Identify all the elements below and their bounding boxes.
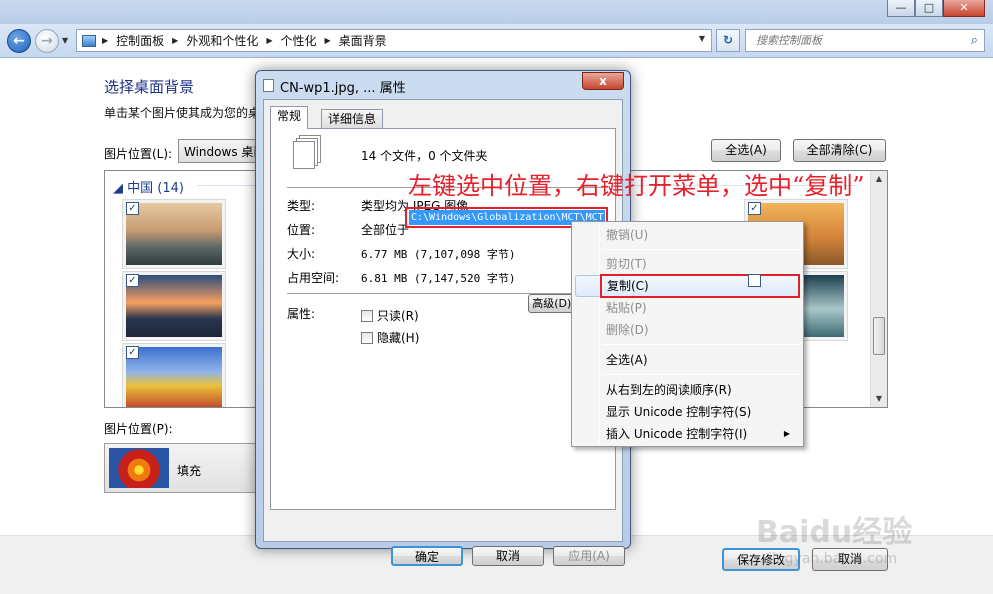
clear-all-button[interactable]: 全部清除(C) [793, 139, 886, 162]
disk-size-value: 6.81 MB (7,147,520 字节) [361, 272, 516, 285]
scroll-down-icon[interactable]: ▼ [871, 391, 887, 407]
dialog-ok-button[interactable]: 确定 [391, 546, 463, 566]
thumbnail-checkbox[interactable]: ✓ [748, 202, 761, 215]
thumbnail-checkbox[interactable]: ✓ [126, 346, 139, 359]
address-dropdown-icon[interactable]: ▼ [699, 34, 705, 43]
insert-unicode-label: 插入 Unicode 控制字符(I) [606, 427, 748, 441]
copy-highlight-box [600, 274, 800, 298]
menu-separator [603, 374, 799, 375]
close-button[interactable]: ✕ [943, 0, 985, 17]
page-title: 选择桌面背景 [104, 78, 195, 96]
watermark-url: jingyan.baidu.com [768, 551, 898, 567]
hidden-checkbox[interactable]: 隐藏(H) [361, 329, 419, 346]
forward-button[interactable]: → [35, 29, 59, 53]
breadcrumb-personalization[interactable]: 个性化 [281, 32, 317, 49]
dialog-apply-button[interactable]: 应用(A) [553, 546, 625, 566]
type-label: 类型: [287, 199, 316, 213]
wallpaper-thumbnail[interactable]: ✓ [122, 271, 226, 341]
group-label: 中国 (14) [127, 181, 184, 196]
size-label: 大小: [287, 247, 316, 261]
maximize-button[interactable]: □ [915, 0, 943, 17]
file-count: 14 个文件，0 个文件夹 [361, 149, 488, 163]
title-bar: — □ ✕ [0, 0, 993, 24]
wallpaper-image [126, 203, 222, 265]
menu-item-cut[interactable]: 剪切(T) [575, 253, 800, 275]
breadcrumb-separator-icon[interactable]: ▶ [266, 36, 272, 45]
recent-pages-dropdown[interactable]: ▼ [62, 36, 68, 45]
menu-item-select-all[interactable]: 全选(A) [575, 349, 800, 371]
dialog-cancel-button[interactable]: 取消 [472, 546, 544, 566]
checkbox-box[interactable] [361, 331, 373, 344]
dialog-title: CN-wp1.jpg, ... 属性 [280, 81, 406, 96]
search-box[interactable]: ⌕ [745, 29, 985, 52]
instruction-annotation: 左键选中位置，右键打开菜单，选中“复制” [408, 172, 865, 200]
checkbox-box[interactable] [361, 309, 373, 322]
breadcrumb-separator-icon: ▶ [102, 36, 109, 45]
navigation-bar: ← → ▼ ▶ 控制面板 ▶ 外观和个性化 ▶ 个性化 ▶ 桌面背景 ▼ ↻ ⌕ [0, 24, 993, 58]
breadcrumb-control-panel[interactable]: 控制面板 [116, 32, 164, 49]
tab-details[interactable]: 详细信息 [321, 109, 384, 129]
wallpaper-image [126, 275, 222, 337]
breadcrumb-desktop-background[interactable]: 桌面背景 [339, 32, 387, 49]
file-icon [263, 79, 274, 92]
thumbnail-checkbox[interactable] [748, 274, 761, 287]
attributes-label: 属性: [287, 307, 316, 321]
size-value: 6.77 MB (7,107,098 字节) [361, 248, 516, 261]
group-header[interactable]: ◢ 中国 (14) [113, 177, 184, 196]
readonly-checkbox[interactable]: 只读(R) [361, 307, 419, 324]
menu-item-insert-unicode[interactable]: 插入 Unicode 控制字符(I) ▶ [575, 423, 800, 445]
window-controls: — □ ✕ [887, 0, 985, 17]
menu-separator [603, 344, 799, 345]
thumbnail-checkbox[interactable]: ✓ [126, 202, 139, 215]
page-description: 单击某个图片使其成为您的桌 [104, 106, 261, 120]
readonly-label: 只读(R) [377, 309, 419, 323]
search-input[interactable] [754, 31, 954, 50]
context-menu: 撤销(U) 剪切(T) 复制(C) 粘贴(P) 删除(D) 全选(A) 从右到左… [571, 221, 804, 447]
menu-separator [603, 249, 799, 250]
picture-position-label: 图片位置(P): [104, 422, 173, 436]
wallpaper-image [126, 347, 222, 407]
search-icon[interactable]: ⌕ [971, 33, 978, 48]
select-all-button[interactable]: 全选(A) [711, 139, 781, 162]
menu-item-delete[interactable]: 删除(D) [575, 319, 800, 341]
baidu-watermark: Baidu经验 [756, 515, 913, 550]
submenu-arrow-icon: ▶ [783, 429, 790, 438]
thumbnail-checkbox[interactable]: ✓ [126, 274, 139, 287]
location-prefix: 全部位于 [361, 223, 410, 237]
breadcrumb-separator-icon[interactable]: ▶ [172, 36, 178, 45]
menu-item-paste[interactable]: 粘贴(P) [575, 297, 800, 319]
scroll-up-icon[interactable]: ▲ [871, 171, 887, 187]
scrollbar-thumb[interactable] [873, 317, 885, 355]
menu-item-show-unicode[interactable]: 显示 Unicode 控制字符(S) [575, 401, 800, 423]
disk-size-label: 占用空间: [287, 271, 340, 285]
collapse-icon[interactable]: ◢ [113, 181, 123, 196]
hidden-label: 隐藏(H) [377, 331, 420, 345]
refresh-button[interactable]: ↻ [716, 29, 740, 52]
breadcrumb-separator-icon[interactable]: ▶ [325, 36, 331, 45]
back-button[interactable]: ← [7, 29, 31, 53]
menu-item-undo[interactable]: 撤销(U) [575, 224, 800, 246]
breadcrumb-appearance[interactable]: 外观和个性化 [186, 32, 258, 49]
picture-position-select[interactable]: 填充 [104, 443, 264, 493]
menu-item-rtl-reading[interactable]: 从右到左的阅读顺序(R) [575, 379, 800, 401]
control-panel-icon [82, 34, 96, 47]
tab-general[interactable]: 常规 [270, 106, 309, 129]
picture-location-label: 图片位置(L): [104, 147, 173, 161]
position-preview-image [109, 448, 169, 488]
wallpaper-thumbnail[interactable]: ✓ [122, 199, 226, 269]
address-bar[interactable]: ▶ 控制面板 ▶ 外观和个性化 ▶ 个性化 ▶ 桌面背景 ▼ [76, 29, 712, 52]
wallpaper-thumbnail[interactable]: ✓ [122, 343, 226, 407]
picture-position-value: 填充 [177, 464, 202, 478]
dialog-close-button[interactable]: x [582, 72, 624, 90]
multiple-files-icon [293, 141, 315, 169]
picture-location-select[interactable]: Windows 桌面 [178, 139, 264, 163]
location-label: 位置: [287, 223, 316, 237]
minimize-button[interactable]: — [887, 0, 915, 17]
gallery-scrollbar[interactable]: ▲ ▼ [870, 171, 887, 407]
